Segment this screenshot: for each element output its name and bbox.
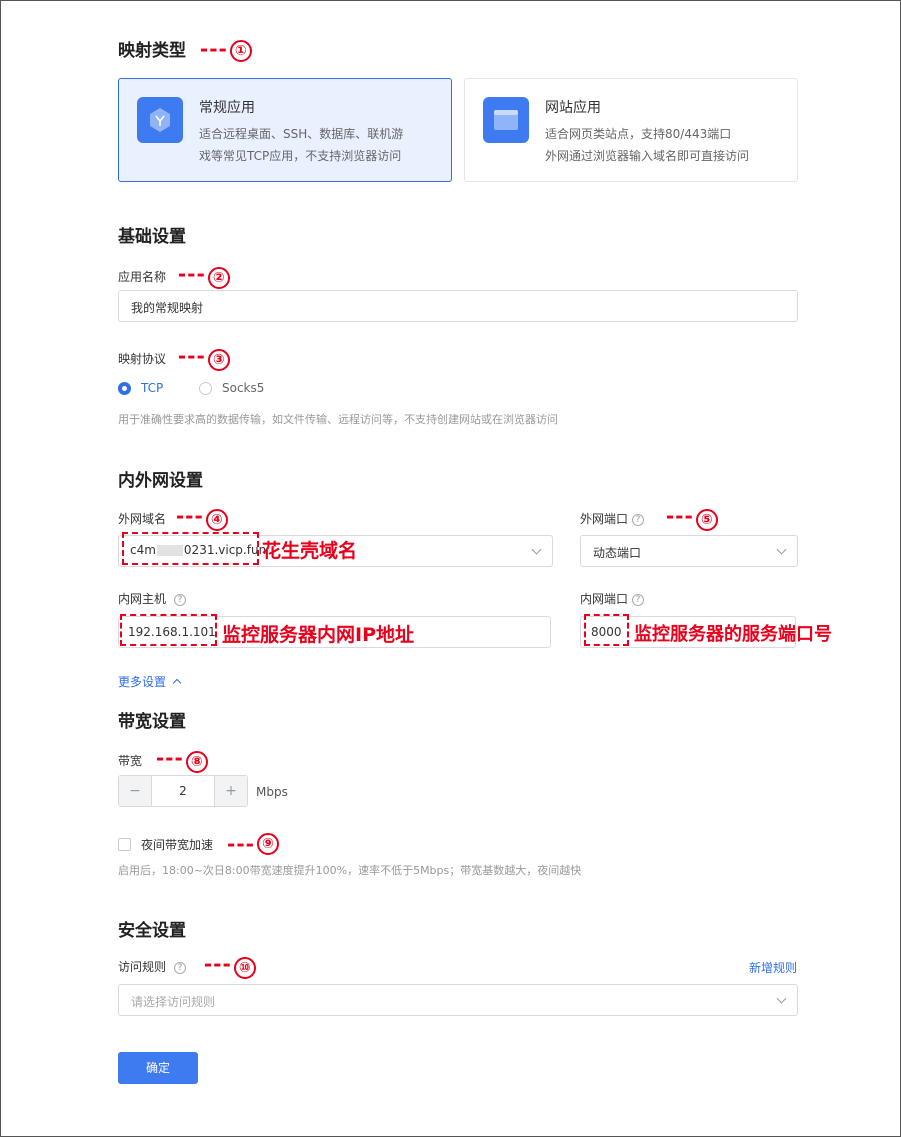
protocol-label: 映射协议 --- ③ [118,344,230,371]
basic-settings-title: 基础设置 [118,227,186,247]
bandwidth-label: 带宽 --- ⑧ [118,746,208,773]
radio-selected [118,381,131,395]
ext-port-label: 外网端口? --- ⑤ [580,504,718,531]
help-icon[interactable]: ? [174,593,187,606]
protocol-radio-socks5[interactable]: Socks5 [199,381,264,395]
protocol-hint: 用于准确性要求高的数据传输，如文件传输、远程访问等，不支持创建网站或在浏览器访问 [118,413,558,426]
bandwidth-unit: Mbps [256,785,288,799]
redaction-block [156,545,183,556]
radio-unselected [199,381,212,395]
ext-domain-annotation: 花生壳域名 [262,540,358,562]
card-title: 网站应用 [545,100,601,116]
protocol-radio-tcp[interactable]: TCP [118,381,163,395]
annotation-marker: ③ [207,348,230,371]
bandwidth-value[interactable]: 2 [152,776,214,806]
decrement-button[interactable]: − [119,776,152,806]
ext-domain-label: 外网域名 --- ④ [118,504,228,531]
network-settings-title: 内外网设置 [118,471,203,491]
annotation-dashes: --- [227,832,255,856]
bandwidth-stepper[interactable]: − 2 + [118,775,248,807]
annotation-dashes: --- [175,504,204,528]
cube-icon [137,97,183,143]
annotation-dashes: --- [199,37,228,61]
ext-port-select[interactable]: 动态端口 [580,535,798,567]
app-name-label: 应用名称 --- ② [118,262,230,289]
chevron-down-icon [776,544,787,555]
add-rule-link[interactable]: 新增规则 [749,959,797,976]
card-regular-app[interactable]: 常规应用 适合远程桌面、SSH、数据库、联机游 戏等常见TCP应用，不支持浏览器… [118,78,452,182]
mapping-type-title: 映射类型 --- ① [118,36,252,62]
submit-button[interactable]: 确定 [118,1052,198,1084]
help-icon[interactable]: ? [174,961,187,974]
security-settings-title: 安全设置 [118,921,186,941]
int-host-annotation: 监控服务器内网IP地址 [222,624,414,646]
night-boost-hint: 启用后，18:00~次日8:00带宽速度提升100%，速率不低于5Mbps；带宽… [118,864,582,877]
night-boost-checkbox[interactable]: 夜间带宽加速 --- ⑨ [118,832,279,856]
chevron-down-icon [531,544,542,555]
int-port-value: 8000 [591,625,622,639]
int-port-annotation: 监控服务器的服务端口号 [634,624,832,645]
access-rule-label: 访问规则? --- ⑩ [118,952,256,979]
annotation-marker: ② [207,266,230,289]
chevron-down-icon [776,993,787,1004]
annotation-marker: ① [229,40,252,62]
int-host-label: 内网主机? [118,590,187,607]
help-icon[interactable]: ? [632,593,645,606]
annotation-marker: ④ [205,508,228,531]
annotation-marker: ⑨ [256,833,279,855]
card-desc-line2: 戏等常见TCP应用，不支持浏览器访问 [199,149,402,163]
ext-domain-value: c4m 0231.vicp.fun [130,543,267,557]
annotation-dashes: --- [177,262,206,286]
int-host-value: 192.168.1.101 [128,625,216,639]
card-title: 常规应用 [199,100,255,116]
annotation-marker: ⑩ [233,956,256,979]
annotation-marker: ⑤ [695,508,718,531]
annotation-dashes: --- [177,344,206,368]
chevron-up-icon [172,678,182,687]
more-settings-link[interactable]: 更多设置 [118,673,182,690]
bandwidth-settings-title: 带宽设置 [118,712,186,732]
help-icon[interactable]: ? [632,513,645,526]
card-website-app[interactable]: 网站应用 适合网页类站点，支持80/443端口 外网通过浏览器输入域名即可直接访… [464,78,798,182]
app-name-input[interactable]: 我的常规映射 [118,290,798,322]
annotation-dashes: --- [665,504,694,528]
access-rule-select[interactable]: 请选择访问规则 [118,984,798,1016]
annotation-dashes: --- [203,952,232,976]
annotation-dashes: --- [155,746,184,770]
browser-icon [483,97,529,143]
checkbox-box [118,837,131,851]
increment-button[interactable]: + [214,776,247,806]
card-desc-line2: 外网通过浏览器输入域名即可直接访问 [545,149,750,163]
int-port-label: 内网端口? [580,590,645,607]
card-desc-line1: 适合网页类站点，支持80/443端口 [545,127,732,141]
card-desc-line1: 适合远程桌面、SSH、数据库、联机游 [199,127,404,141]
annotation-marker: ⑧ [185,750,208,773]
